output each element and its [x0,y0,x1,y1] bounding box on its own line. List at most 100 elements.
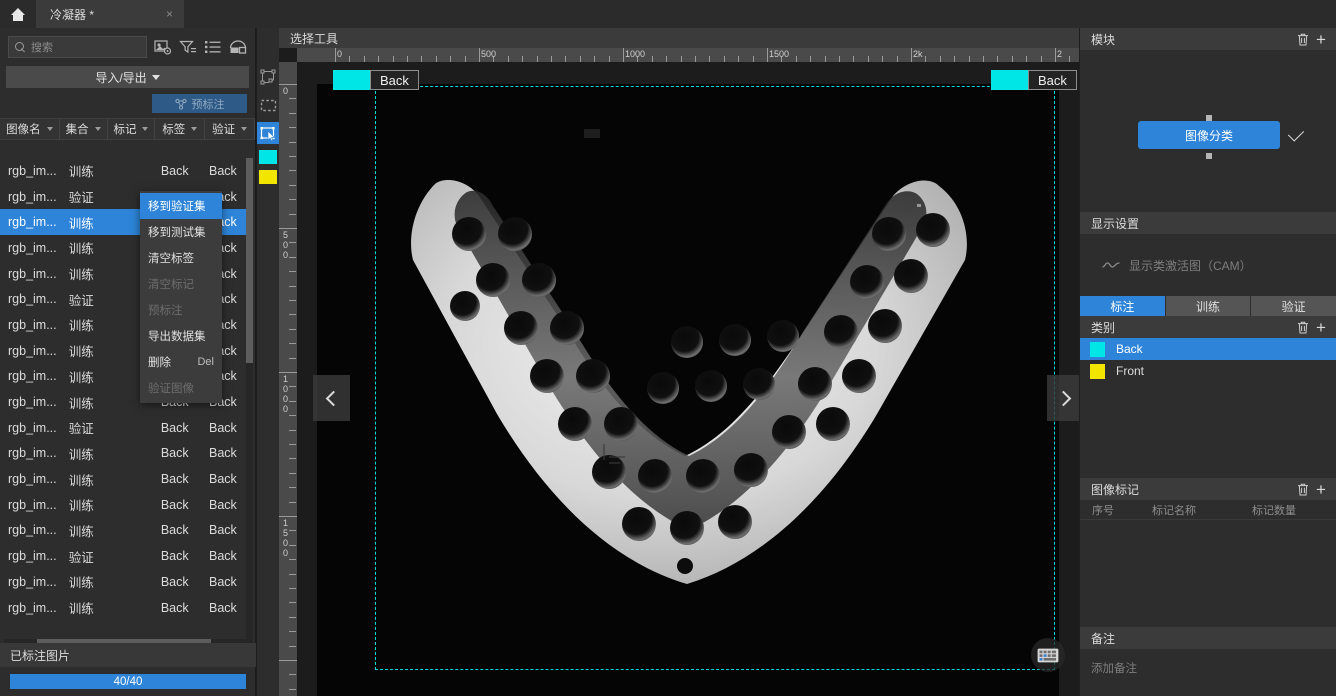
close-icon[interactable]: × [163,7,176,21]
plus-icon[interactable]: + [1312,318,1330,336]
marquee-select-tool-icon[interactable] [257,94,279,116]
cell-set: 训练 [68,473,94,488]
filter-icon[interactable] [179,39,197,55]
column-header-4[interactable]: 验证 [205,119,256,139]
mode-tabs: 标注 训练 验证 [1080,296,1336,316]
context-menu-item[interactable]: 移到验证集 [140,193,222,219]
selection-bounding-box[interactable] [375,86,1055,670]
display-settings-header: 显示设置 [1080,212,1336,234]
prelabel-row: 预标注 [0,88,255,118]
check-icon[interactable] [1287,125,1305,142]
search-placeholder: 搜索 [31,42,53,54]
chevron-right-icon [1055,390,1072,406]
cell-image-name: rgb_im... [8,472,57,487]
table-row[interactable]: rgb_im... 训练 Back Back [0,595,247,621]
search-input[interactable]: 搜索 [8,36,147,58]
trash-icon[interactable] [1294,30,1312,48]
label-chip-left[interactable]: Back [333,70,419,90]
table-row[interactable]: rgb_im... 训练 Back Back [0,158,247,184]
context-menu-label: 移到测试集 [148,227,206,239]
column-header-2[interactable]: 标记 [108,119,156,139]
cell-mark [104,466,150,492]
select-move-tool-icon[interactable] [257,122,279,144]
plus-icon[interactable]: + [1312,480,1330,498]
keyboard-shortcuts-icon [1037,648,1059,662]
properties-panel: 模块 + 图像分类 显示设置 显示类激活图（CAM） 标注 训练 验证 类别 +… [1080,28,1336,696]
class-list-item[interactable]: Back [1080,338,1336,360]
cell-set: 训练 [68,602,94,617]
polygon-node-tool-icon[interactable] [257,66,279,88]
mode-tab-训练[interactable]: 训练 [1165,296,1252,316]
chevron-left-icon [325,390,342,406]
cell-image-name: rgb_im... [8,163,57,178]
table-row[interactable]: rgb_im... 训练 Back Back [0,466,247,492]
cell-verify: Back [209,574,237,589]
mode-tab-label: 验证 [1281,299,1306,314]
marks-column-header: 标记数量 [1252,504,1296,517]
label-chip-right[interactable]: Back [991,70,1077,90]
class-list: Back Front [1080,338,1336,478]
table-row[interactable]: rgb_im... 训练 Back Back [0,569,247,595]
dataset-vertical-scrollbar[interactable] [246,158,253,663]
column-header-1[interactable]: 集合 [60,119,108,139]
module-section-title: 模块 [1091,32,1116,47]
layout-icon[interactable] [229,39,247,55]
next-image-button[interactable] [1047,375,1079,421]
cell-verify: Back [209,446,237,461]
cell-image-name: rgb_im... [8,574,57,589]
scrollbar-thumb[interactable] [246,158,253,363]
class-list-item[interactable]: Front [1080,360,1336,382]
cell-mark [104,415,150,441]
mode-tab-验证[interactable]: 验证 [1251,296,1336,316]
class-swatch-front[interactable] [259,170,277,184]
cell-set: 训练 [68,242,94,257]
node-handle-bottom[interactable] [1206,153,1212,159]
context-menu-item[interactable]: 移到测试集 [140,219,222,245]
image-marks-title: 图像标记 [1091,482,1140,497]
table-row[interactable]: rgb_im... 训练 Back Back [0,441,247,467]
context-menu-item[interactable]: 清空标签 [140,245,222,271]
module-node-label: 图像分类 [1184,128,1233,143]
project-tab[interactable]: 冷凝器 * × [36,0,184,28]
class-swatch-back[interactable] [259,150,277,164]
mode-tab-标注[interactable]: 标注 [1080,296,1166,316]
column-header-0[interactable]: 图像名 [0,119,60,139]
column-header-3[interactable]: 标签 [155,119,206,139]
import-export-button[interactable]: 导入/导出 [6,66,249,88]
note-input[interactable]: 添加备注 [1080,649,1336,696]
context-menu-shortcut: Del [197,356,214,368]
context-menu-item[interactable]: 导出数据集 [140,323,222,349]
context-menu-item: 清空标记 [140,271,222,297]
cell-image-name: rgb_im... [8,343,57,358]
image-settings-icon[interactable] [154,39,172,55]
cell-mark [104,518,150,544]
plus-icon[interactable]: + [1312,30,1330,48]
trash-icon[interactable] [1294,480,1312,498]
cell-image-name: rgb_im... [8,420,57,435]
prev-image-button[interactable] [313,375,350,421]
cell-set: 验证 [68,422,94,437]
row-context-menu[interactable]: 移到验证集 移到测试集 清空标签 清空标记 预标注 导出数据集 删除 Del 验… [140,191,222,403]
context-menu-item[interactable]: 删除 Del [140,349,222,375]
keyboard-shortcuts-button[interactable] [1031,638,1065,672]
cell-mark [104,158,150,184]
labeled-progress-text: 40/40 [113,675,143,688]
table-row[interactable]: rgb_im... 训练 Back Back [0,492,247,518]
module-node-classification[interactable]: 图像分类 [1138,121,1280,149]
home-button[interactable] [0,0,36,28]
class-color-swatch [1090,341,1105,357]
table-row[interactable]: rgb_im... 验证 Back Back [0,543,247,569]
table-row[interactable]: rgb_im... 验证 Back Back [0,415,247,441]
cell-mark [104,441,150,467]
cell-image-name: rgb_im... [8,369,57,384]
trash-icon[interactable] [1294,318,1312,336]
list-view-icon[interactable] [204,39,222,55]
cell-image-name: rgb_im... [8,317,57,332]
labeled-progress-bar: 40/40 [10,674,246,689]
table-row[interactable]: rgb_im... 训练 Back Back [0,518,247,544]
prelabel-button[interactable]: 预标注 [152,94,247,113]
cell-image-name: rgb_im... [8,266,57,281]
cam-toggle-row[interactable]: 显示类激活图（CAM） [1080,234,1336,296]
image-viewport[interactable]: Back Back [297,62,1079,696]
column-header-label: 标签 [162,124,186,136]
